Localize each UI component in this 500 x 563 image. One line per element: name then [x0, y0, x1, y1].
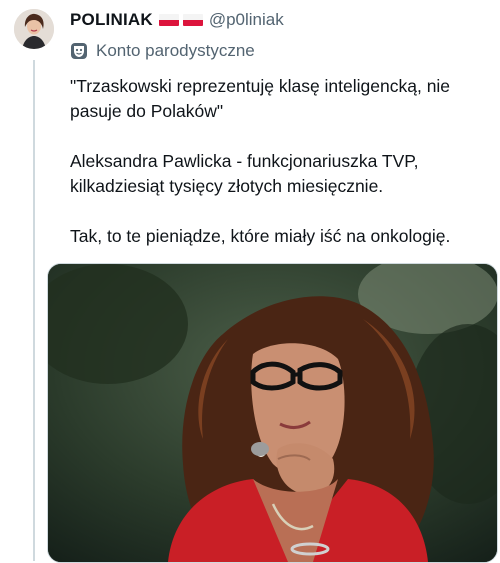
avatar-image [14, 9, 54, 49]
tweet-media-image[interactable] [47, 263, 498, 563]
tweet-text: "Trzaskowski reprezentuję klasę intelige… [70, 74, 498, 249]
tweet-paragraph: "Trzaskowski reprezentuję klasę intelige… [70, 76, 451, 121]
display-name[interactable]: POLINIAK [70, 10, 153, 30]
flag-emojis [158, 14, 203, 26]
tweet-header: POLINIAK @p0liniak [70, 8, 284, 32]
parody-label-text: Konto parodystyczne [96, 41, 255, 60]
thread-line [33, 60, 35, 561]
poland-flag-icon [158, 14, 179, 26]
theater-masks-icon [71, 43, 87, 59]
user-handle[interactable]: @p0liniak [209, 10, 284, 30]
parody-label: Konto parodystyczne [70, 40, 255, 62]
photo-woman-curly-hair [48, 264, 497, 562]
poland-flag-icon [182, 14, 203, 26]
tweet-paragraph: Tak, to te pieniądze, które miały iść na… [70, 226, 451, 246]
tweet-paragraph: Aleksandra Pawlicka - funkcjonariuszka T… [70, 151, 419, 196]
avatar[interactable] [14, 9, 54, 49]
